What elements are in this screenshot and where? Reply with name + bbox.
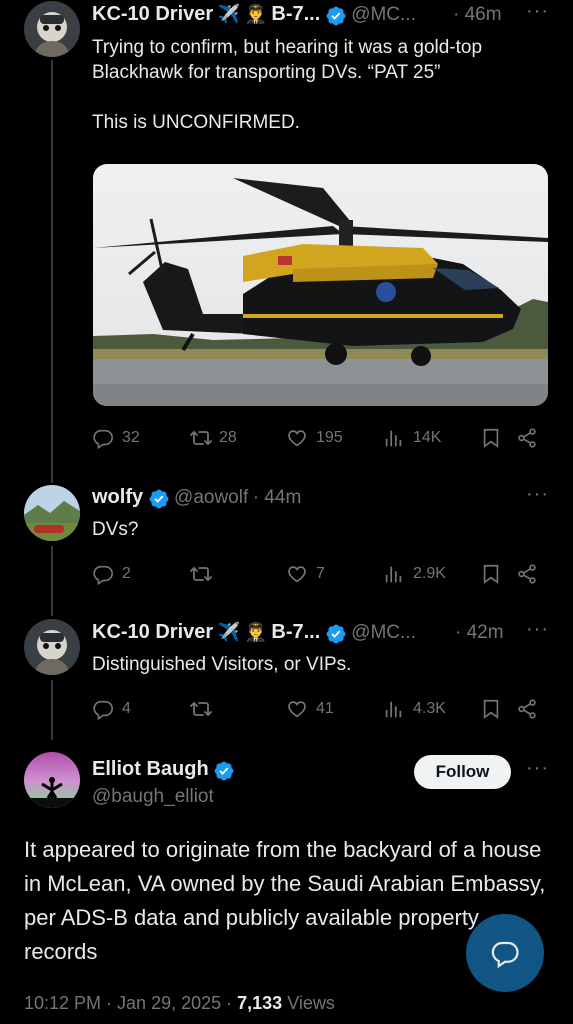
reply-icon — [92, 698, 114, 720]
reply-icon — [92, 427, 114, 449]
author-name[interactable]: KC-10 Driver — [92, 621, 213, 643]
author-name[interactable]: KC-10 Driver — [92, 3, 213, 25]
author-name-suffix[interactable]: B-7... — [271, 3, 320, 25]
author-name[interactable]: Elliot Baugh — [92, 758, 209, 780]
views-button[interactable]: 4.3K — [383, 698, 480, 720]
reply-count: 32 — [122, 429, 140, 446]
repost-button[interactable]: 28 — [189, 426, 286, 450]
like-count: 41 — [316, 700, 334, 717]
views-label: Views — [282, 993, 335, 1013]
share-button[interactable] — [516, 698, 538, 720]
bookmark-button[interactable] — [480, 563, 516, 585]
views-button[interactable]: 14K — [383, 427, 480, 449]
author-handle[interactable]: @MC... — [351, 4, 416, 25]
more-icon[interactable]: ··· — [526, 483, 549, 506]
author-name-suffix[interactable]: B-7... — [271, 621, 320, 643]
more-icon[interactable]: ··· — [526, 0, 549, 23]
verified-badge-icon — [325, 5, 347, 27]
views-icon — [383, 698, 405, 720]
tweet-text: Distinguished Visitors, or VIPs. — [92, 654, 352, 675]
tweet-text: DVs? — [92, 519, 139, 540]
tweet-text: Trying to confirm, but hearing it was a … — [92, 37, 483, 133]
views-count: 7,133 — [237, 993, 283, 1013]
repost-count: 28 — [219, 429, 237, 446]
repost-icon — [189, 697, 213, 721]
share-icon — [516, 427, 538, 449]
like-count: 195 — [316, 429, 343, 446]
bookmark-button[interactable] — [480, 427, 516, 449]
views-icon — [383, 563, 405, 585]
share-button[interactable] — [516, 563, 538, 585]
repost-icon — [189, 562, 213, 586]
bookmark-icon — [480, 563, 502, 585]
tweet-actions: 32 28 195 14K — [92, 423, 550, 453]
views-count: 14K — [413, 429, 442, 446]
tweet-time[interactable]: · 44m — [253, 487, 302, 508]
heart-icon — [286, 698, 308, 720]
like-button[interactable]: 195 — [286, 427, 383, 449]
tweet-actions: 4 41 4.3K — [92, 694, 550, 724]
heart-icon — [286, 563, 308, 585]
verified-badge-icon — [213, 760, 235, 782]
bookmark-icon — [480, 427, 502, 449]
repost-button[interactable] — [189, 697, 286, 721]
author-handle[interactable]: @baugh_elliot — [92, 786, 214, 808]
reply-count: 2 — [122, 565, 131, 582]
author-handle[interactable]: @aowolf — [174, 487, 248, 508]
avatar-kc10[interactable] — [24, 1, 80, 57]
verified-badge-icon — [325, 623, 347, 645]
verified-badge-icon — [148, 488, 170, 510]
pilot-emoji: 👨‍✈️ — [244, 622, 267, 642]
author-name[interactable]: wolfy — [92, 486, 143, 508]
share-icon — [516, 698, 538, 720]
views-count: 4.3K — [413, 700, 446, 717]
like-button[interactable]: 41 — [286, 698, 383, 720]
repost-button[interactable] — [189, 562, 286, 586]
airplane-emoji: ✈️ — [217, 622, 241, 642]
bookmark-icon — [480, 698, 502, 720]
airplane-emoji: ✈️ — [217, 4, 241, 24]
avatar-elliot[interactable] — [24, 752, 80, 808]
views-icon — [383, 427, 405, 449]
share-button[interactable] — [516, 427, 538, 449]
compose-reply-button[interactable] — [466, 914, 544, 992]
like-button[interactable]: 7 — [286, 563, 383, 585]
more-icon[interactable]: ··· — [526, 618, 549, 641]
reply-icon — [92, 563, 114, 585]
heart-icon — [286, 427, 308, 449]
follow-button[interactable]: Follow — [414, 755, 511, 789]
reply-button[interactable]: 32 — [92, 427, 189, 449]
views-button[interactable]: 2.9K — [383, 563, 480, 585]
pilot-emoji: 👨‍✈️ — [244, 4, 267, 24]
tweet-timestamp[interactable]: 10:12 PM · Jan 29, 2025 · — [24, 993, 237, 1013]
more-icon[interactable]: ··· — [526, 757, 549, 780]
tweet-actions: 2 7 2.9K — [92, 559, 550, 589]
tweet-time[interactable]: · 46m — [453, 4, 502, 26]
tweet-time[interactable]: · 42m — [455, 622, 504, 644]
avatar-wolfy[interactable] — [24, 485, 80, 541]
author-handle[interactable]: @MC... — [351, 622, 416, 643]
thread-line — [51, 680, 53, 740]
reply-button[interactable]: 2 — [92, 563, 189, 585]
share-icon — [516, 563, 538, 585]
compose-reply-icon — [491, 941, 519, 968]
reply-button[interactable]: 4 — [92, 698, 189, 720]
thread-line — [51, 546, 53, 616]
like-count: 7 — [316, 565, 325, 582]
thread-line — [51, 60, 53, 483]
reply-count: 4 — [122, 700, 131, 717]
avatar-kc10[interactable] — [24, 619, 80, 675]
repost-icon — [189, 426, 213, 450]
bookmark-button[interactable] — [480, 698, 516, 720]
views-count: 2.9K — [413, 565, 446, 582]
tweet-media-image[interactable] — [93, 164, 548, 406]
